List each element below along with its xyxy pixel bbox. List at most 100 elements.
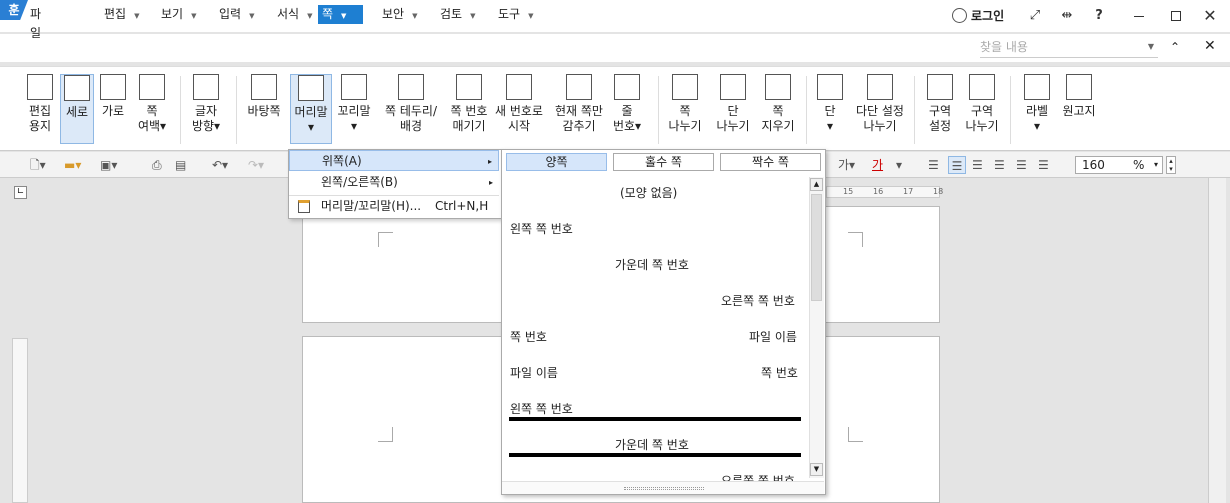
scroll-down-icon[interactable]: ▼ <box>810 463 823 476</box>
submenu-item-header-footer[interactable]: 머리말/꼬리말(H)... Ctrl+N,H <box>289 195 499 216</box>
close-doc-icon[interactable]: ✕ <box>1204 38 1216 54</box>
ribbon-button-9[interactable]: 쪽 번호 매기기 <box>446 74 492 144</box>
ribbon-button-11[interactable]: 현재 쪽만 감추기 <box>550 74 608 144</box>
ribbon-button-4[interactable]: 글자 방향▾ <box>186 74 226 144</box>
menu-2[interactable]: 보기 ▼ <box>157 5 205 24</box>
menu-4[interactable]: 서식 ▼ <box>273 5 321 24</box>
gallery-item-file-page[interactable]: 파일 이름 <box>510 365 558 381</box>
gallery-item-left-line[interactable]: 왼쪽 쪽 번호 <box>510 401 573 417</box>
scroll-up-icon[interactable]: ▲ <box>810 178 823 191</box>
ribbon-button-18[interactable]: 구역 설정 <box>920 74 960 144</box>
preview-icon[interactable]: ▤ <box>175 156 186 174</box>
ribbon-button-17[interactable]: 다단 설정 나누기 <box>852 74 908 144</box>
gallery-item-center-line[interactable]: 가운데 쪽 번호 <box>615 437 689 453</box>
gallery-item-center-page-number[interactable]: 가운데 쪽 번호 <box>615 257 689 273</box>
ribbon-label: 감추기 <box>562 119 596 133</box>
submenu-item-label: 위쪽(A) <box>322 154 362 168</box>
menu-0[interactable]: 파일 <box>26 5 54 40</box>
ribbon-icon <box>867 74 893 100</box>
zoom-select[interactable]: 160% ▾ <box>1075 156 1163 174</box>
highlight-icon[interactable]: 가 <box>872 156 883 174</box>
ribbon-button-6[interactable]: 머리말 ▾ <box>290 74 332 144</box>
gallery-resize-grip[interactable] <box>502 481 824 494</box>
save-icon[interactable]: ▣▾ <box>100 156 117 174</box>
menu-1[interactable]: 편집 ▼ <box>100 5 148 24</box>
ribbon-button-0[interactable]: 편집 용지 <box>22 74 58 144</box>
ribbon-icon <box>927 74 953 100</box>
align-left-icon[interactable]: ☰ <box>948 156 966 174</box>
print-icon[interactable]: ⎙ <box>152 156 162 174</box>
close-icon[interactable]: ✕ <box>1202 6 1218 26</box>
chevron-down-icon: ▾ <box>1154 160 1159 169</box>
ribbon-button-14[interactable]: 단 나누기 <box>712 74 754 144</box>
menu-7[interactable]: 검토 ▼ <box>436 5 484 24</box>
ribbon-label: 바탕쪽 <box>247 104 281 118</box>
submenu-item-left-right[interactable]: 왼쪽/오른쪽(B) ▸ <box>289 172 499 193</box>
chevron-down-icon[interactable]: ▼ <box>1148 38 1154 56</box>
align-center-icon[interactable]: ☰ <box>972 156 983 174</box>
menu-5[interactable]: 쪽 ▼ <box>318 5 363 24</box>
submenu-item-top[interactable]: 위쪽(A) ▸ <box>289 150 499 171</box>
gallery-item-right-line[interactable]: 오른쪽 쪽 번호 <box>721 473 795 481</box>
tab-both[interactable]: 양쪽 <box>506 153 607 171</box>
ribbon-button-10[interactable]: 새 번호로 시작 <box>494 74 544 144</box>
divide-icon[interactable]: ☰ <box>1038 156 1049 174</box>
user-icon <box>952 8 967 23</box>
ribbon-button-19[interactable]: 구역 나누기 <box>962 74 1002 144</box>
chevron-down-icon: ▼ <box>134 12 140 20</box>
gallery-item-left-page-number[interactable]: 왼쪽 쪽 번호 <box>510 221 573 237</box>
maximize-icon[interactable] <box>1171 11 1181 21</box>
gallery-item-right-page-number[interactable]: 오른쪽 쪽 번호 <box>721 293 795 309</box>
login-button[interactable]: 로그인 <box>952 6 1004 26</box>
ribbon-button-1[interactable]: 세로 <box>60 74 94 144</box>
ribbon-label: 나누기 <box>668 119 702 133</box>
search-input[interactable]: 찾을 내용 ▼ <box>980 38 1158 58</box>
ribbon-icon <box>1066 74 1092 100</box>
distribute-icon[interactable]: ☰ <box>1016 156 1027 174</box>
ruler-toggle-icon[interactable]: ∟ <box>14 186 27 199</box>
ribbon-separator <box>236 76 237 144</box>
menu-6[interactable]: 보안 ▼ <box>378 5 426 24</box>
vertical-scrollbar[interactable] <box>1208 178 1226 503</box>
menu-3[interactable]: 입력 ▼ <box>215 5 263 24</box>
zoom-spinner[interactable]: ▴ ▾ <box>1166 156 1176 174</box>
tab-odd[interactable]: 홀수 쪽 <box>613 153 714 171</box>
ribbon-button-5[interactable]: 바탕쪽 <box>244 74 284 144</box>
ribbon-button-21[interactable]: 원고지 <box>1058 74 1100 144</box>
ribbon-button-2[interactable]: 가로 <box>96 74 130 144</box>
font-color-icon[interactable]: 가▾ <box>838 156 855 174</box>
align-right-icon[interactable]: ☰ <box>994 156 1005 174</box>
menu-label: 도구 <box>498 7 521 21</box>
split-icon[interactable]: ⇹ <box>1058 6 1076 26</box>
redo-icon[interactable]: ↷▾ <box>248 156 264 174</box>
ribbon-button-16[interactable]: 단 ▾ <box>812 74 848 144</box>
ribbon-button-3[interactable]: 쪽 여백▾ <box>132 74 172 144</box>
new-doc-icon[interactable]: 🗋▾ <box>30 156 46 174</box>
gallery-item-none[interactable]: (모양 없음) <box>620 185 677 201</box>
scroll-thumb[interactable] <box>811 194 822 301</box>
ribbon-button-8[interactable]: 쪽 테두리/배경 <box>378 74 444 144</box>
ribbon-button-20[interactable]: 라벨 ▾ <box>1018 74 1056 144</box>
ribbon-button-12[interactable]: 줄 번호▾ <box>610 74 644 144</box>
gallery-item-page-file[interactable]: 쪽 번호 <box>510 329 547 345</box>
fit-icon[interactable]: ⤢ <box>1027 6 1043 26</box>
ribbon-button-7[interactable]: 꼬리말 ▾ <box>334 74 374 144</box>
help-icon[interactable]: ? <box>1092 6 1106 26</box>
collapse-ribbon-icon[interactable]: ⌃ <box>1170 40 1180 54</box>
undo-icon[interactable]: ↶▾ <box>212 156 228 174</box>
margin-mark <box>378 232 393 247</box>
zoom-unit: % <box>1133 158 1145 172</box>
chevron-down-icon[interactable]: ▾ <box>896 156 902 174</box>
menu-8[interactable]: 도구 ▼ <box>494 5 542 24</box>
ribbon-label: 쪽 <box>772 104 784 118</box>
tab-even[interactable]: 짝수 쪽 <box>720 153 821 171</box>
chevron-right-icon: ▸ <box>488 178 493 187</box>
ribbon-button-13[interactable]: 쪽 나누기 <box>664 74 706 144</box>
ribbon-label: 용지 <box>28 119 52 133</box>
align-justify-icon[interactable]: ☰ <box>928 156 939 174</box>
gallery-item-file-page-right: 쪽 번호 <box>761 366 798 380</box>
ribbon-icon <box>341 74 367 100</box>
open-folder-icon[interactable]: ▬▾ <box>64 156 81 174</box>
minimize-icon[interactable] <box>1134 16 1144 17</box>
ribbon-button-15[interactable]: 쪽 지우기 <box>758 74 798 144</box>
